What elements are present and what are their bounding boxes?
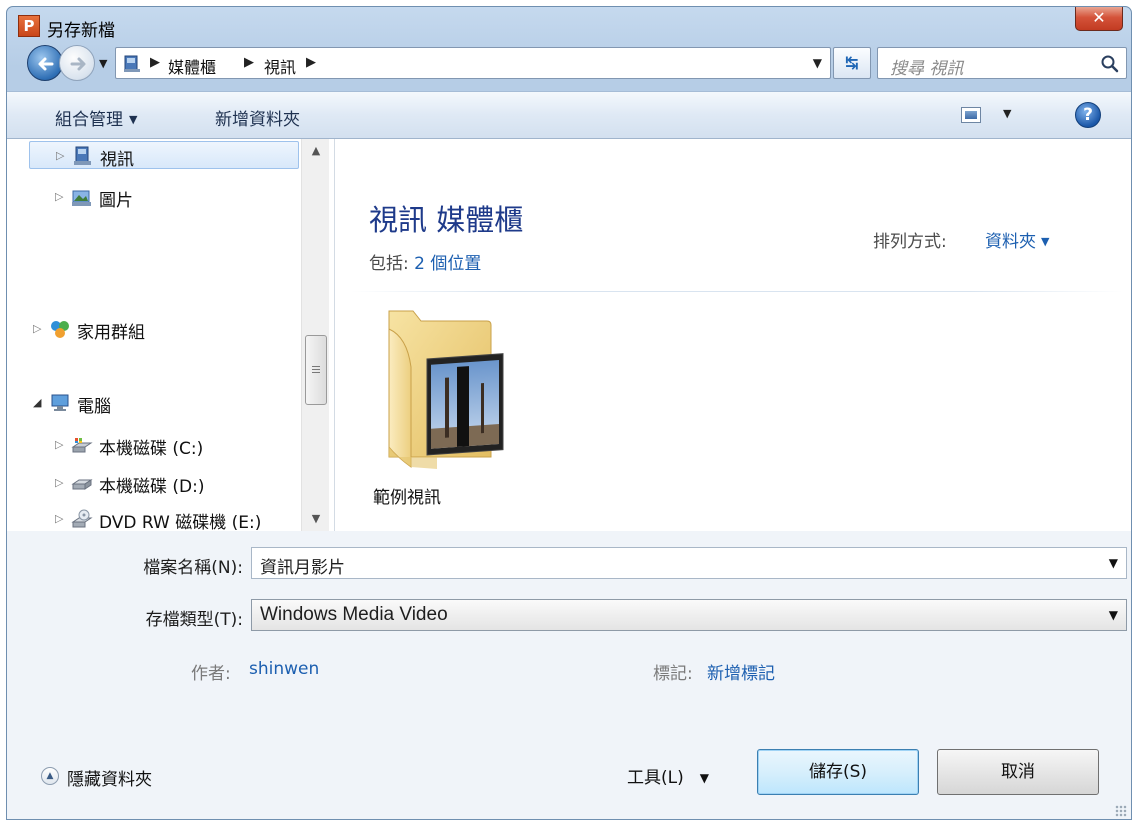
tree-item-dvd-drive[interactable]: ▷ DVD RW 磁碟機 (E:)	[29, 505, 299, 531]
chevron-down-icon: ▼	[129, 113, 138, 126]
organize-label: 組合管理	[55, 110, 123, 130]
tree-item-drive-c[interactable]: ▷ 本機磁碟 (C:)	[29, 431, 299, 459]
tree-label: DVD RW 磁碟機 (E:)	[99, 513, 262, 531]
filename-input[interactable]: 資訊月影片 ▼	[251, 547, 1127, 579]
refresh-button[interactable]: ↹	[833, 47, 871, 79]
save-button[interactable]: 儲存(S)	[757, 749, 919, 795]
navigation-pane: ▷ 視訊 ▷ 圖片 ▷ 家用群組 ◢ 電腦 ▷ 本機磁碟 (C:) ▷ 本機磁碟…	[7, 139, 335, 531]
homegroup-icon	[51, 321, 69, 338]
tree-item-pictures[interactable]: ▷ 圖片	[29, 183, 299, 211]
refresh-icon: ↹	[845, 53, 859, 72]
grip-icon	[312, 366, 320, 373]
folder-label[interactable]: 範例視訊	[373, 483, 441, 508]
arrange-by-value: 資料夾	[985, 232, 1036, 252]
cancel-button[interactable]: 取消	[937, 749, 1099, 795]
includes-label: 包括:	[369, 254, 409, 274]
tree-item-videos[interactable]: ▷ 視訊	[29, 141, 299, 170]
help-icon[interactable]: ?	[1075, 102, 1101, 128]
folder-icon	[388, 310, 504, 469]
author-label: 作者:	[191, 664, 231, 684]
filename-value[interactable]: 資訊月影片	[260, 553, 345, 578]
tree-label: 圖片	[99, 191, 133, 211]
collapse-arrow-icon[interactable]: ◢	[33, 396, 41, 409]
organize-button[interactable]: 組合管理 ▼	[55, 105, 137, 130]
system-drive-icon	[71, 438, 93, 453]
dvd-drive-icon	[71, 509, 93, 528]
command-toolbar: 組合管理 ▼ 新增資料夾 ▼ ?	[7, 91, 1131, 139]
scroll-thumb[interactable]	[305, 335, 327, 405]
tree-item-homegroup[interactable]: ▷ 家用群組	[29, 315, 299, 343]
tree-label: 本機磁碟 (D:)	[99, 477, 205, 497]
forward-button[interactable]	[59, 45, 95, 81]
forward-arrow-icon	[70, 57, 86, 71]
drive-icon	[71, 479, 93, 490]
expand-arrow-icon[interactable]: ▷	[56, 149, 64, 162]
new-folder-button[interactable]: 新增資料夾	[215, 105, 300, 130]
expand-arrow-icon[interactable]: ▷	[33, 322, 41, 335]
search-input[interactable]: 搜尋 視訊	[877, 47, 1127, 79]
tree-label: 視訊	[100, 150, 134, 170]
includes-locations-link[interactable]: 2 個位置	[414, 254, 481, 274]
save-as-dialog: P 另存新檔 ✕ ▼ ▶ 媒體櫃 ▶ 視訊 ▶ ▼ ↹ 搜尋 視訊 組合管理 ▼…	[6, 6, 1132, 820]
breadcrumb-separator[interactable]: ▶	[244, 55, 254, 70]
arrange-by-dropdown[interactable]: 資料夾 ▼	[985, 227, 1049, 252]
back-button[interactable]	[27, 45, 63, 81]
close-button[interactable]: ✕	[1075, 7, 1123, 31]
library-icon	[124, 55, 140, 72]
breadcrumb-separator[interactable]: ▶	[306, 55, 316, 70]
expand-arrow-icon[interactable]: ▷	[55, 438, 63, 451]
picture-library-icon	[72, 190, 91, 206]
library-title: 視訊 媒體櫃	[369, 203, 524, 237]
computer-icon	[51, 394, 69, 411]
breadcrumb-videos[interactable]: 視訊	[264, 54, 296, 78]
tree-label: 家用群組	[77, 323, 145, 343]
tree-item-computer[interactable]: ◢ 電腦	[29, 389, 299, 417]
divider	[351, 291, 1123, 292]
resize-grip-icon[interactable]	[1115, 805, 1127, 817]
chevron-down-icon: ▼	[699, 771, 709, 785]
filetype-select[interactable]: Windows Media Video ▼	[251, 599, 1127, 631]
address-dropdown[interactable]: ▼	[813, 56, 822, 70]
expand-arrow-icon[interactable]: ▷	[55, 512, 63, 525]
hide-folders-label: 隱藏資料夾	[67, 770, 152, 790]
view-options-icon[interactable]	[961, 107, 981, 123]
window-title: 另存新檔	[47, 21, 115, 41]
tree-label: 電腦	[77, 397, 111, 417]
back-arrow-icon	[38, 57, 54, 71]
search-icon[interactable]	[1100, 54, 1120, 74]
title-bar: P 另存新檔 ✕	[7, 7, 1131, 43]
chevron-down-icon[interactable]: ▼	[1109, 556, 1118, 570]
tree-item-drive-d[interactable]: ▷ 本機磁碟 (D:)	[29, 469, 299, 497]
chevron-up-icon: ▲	[41, 767, 59, 785]
filetype-value: Windows Media Video	[260, 604, 448, 625]
search-placeholder: 搜尋 視訊	[890, 59, 964, 79]
expand-arrow-icon[interactable]: ▷	[55, 190, 63, 203]
chevron-down-icon[interactable]: ▼	[1109, 608, 1118, 622]
author-field[interactable]: shinwen	[249, 659, 319, 679]
expand-arrow-icon[interactable]: ▷	[55, 476, 63, 489]
chevron-down-icon: ▼	[1041, 235, 1050, 248]
folder-item[interactable]	[377, 307, 517, 477]
tools-button[interactable]: 工具(L) ▼	[627, 763, 709, 788]
scroll-up-arrow-icon[interactable]: ▲	[302, 139, 330, 163]
scroll-down-arrow-icon[interactable]: ▼	[302, 507, 330, 531]
breadcrumb-media-library[interactable]: 媒體櫃	[168, 54, 216, 78]
details-pane: 檔案名稱(N): 資訊月影片 ▼ 存檔類型(T): Windows Media …	[7, 531, 1131, 819]
library-includes: 包括: 2 個位置	[369, 249, 481, 274]
address-bar[interactable]: ▶ 媒體櫃 ▶ 視訊 ▶ ▼	[115, 47, 831, 79]
navigation-scrollbar[interactable]: ▲ ▼	[301, 139, 329, 531]
powerpoint-app-icon: P	[18, 15, 40, 37]
recent-locations-dropdown[interactable]: ▼	[99, 57, 107, 70]
view-dropdown-icon[interactable]: ▼	[1003, 107, 1011, 120]
tags-field[interactable]: 新增標記	[707, 659, 775, 684]
tools-label: 工具(L)	[627, 768, 684, 788]
filetype-label: 存檔類型(T):	[145, 610, 243, 630]
video-library-icon	[74, 146, 91, 165]
file-list-pane[interactable]: 視訊 媒體櫃 包括: 2 個位置 排列方式: 資料夾 ▼ 範例視訊	[335, 139, 1131, 531]
tags-label: 標記:	[653, 664, 693, 684]
tree-label: 本機磁碟 (C:)	[99, 439, 204, 459]
breadcrumb-separator[interactable]: ▶	[150, 55, 160, 70]
arrange-by-label: 排列方式:	[873, 232, 947, 252]
filename-label: 檔案名稱(N):	[143, 558, 243, 578]
